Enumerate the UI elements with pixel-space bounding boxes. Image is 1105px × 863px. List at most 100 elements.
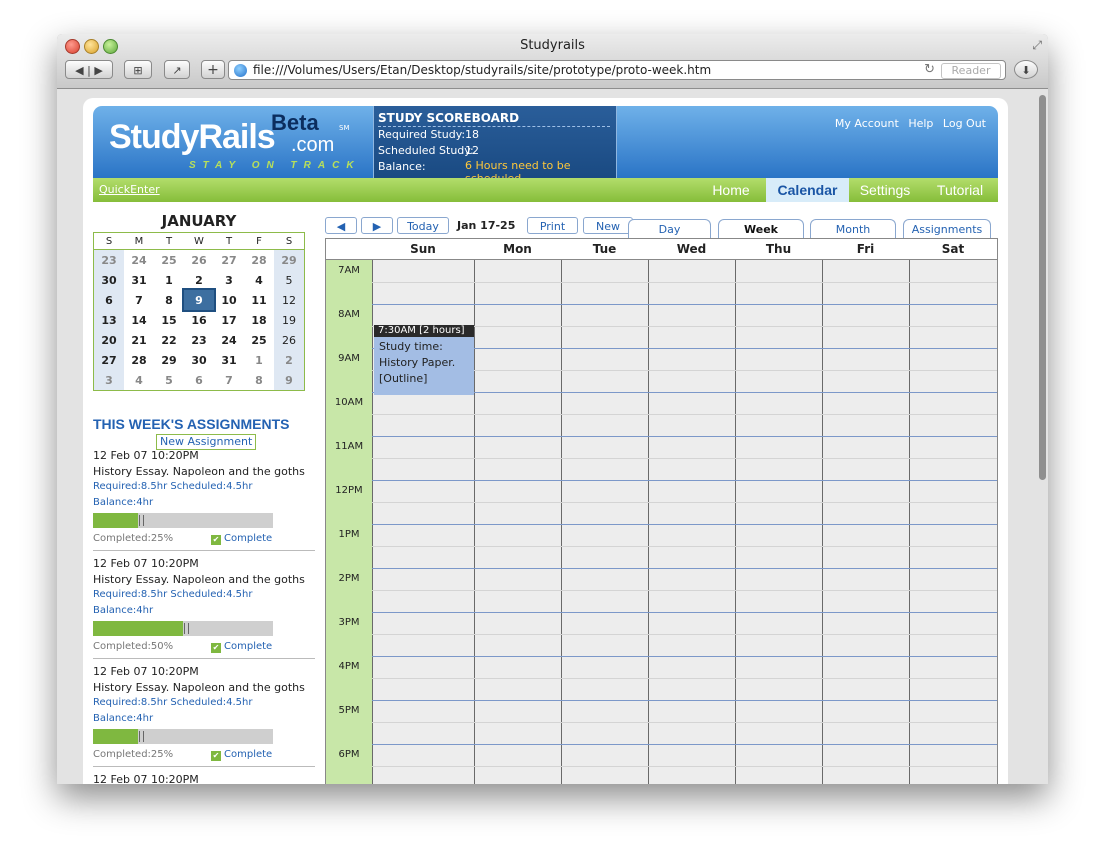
nav-tutorial[interactable]: Tutorial (929, 178, 991, 202)
mini-calendar-day[interactable]: 8 (244, 370, 274, 391)
mini-calendar-day[interactable]: 27 (214, 250, 244, 271)
fullscreen-icon[interactable]: ⤢ (1032, 38, 1042, 53)
new-event-button[interactable]: New (583, 217, 633, 234)
log-out-link[interactable]: Log Out (943, 117, 986, 130)
share-button[interactable]: ↗ (164, 60, 190, 79)
tab-assignments[interactable]: Assignments (903, 219, 991, 239)
complete-button[interactable]: ✔ Complete (211, 533, 272, 545)
mini-calendar-day[interactable]: 20 (93, 330, 124, 350)
mini-calendar-day[interactable]: 2 (184, 270, 214, 290)
mini-calendar-day[interactable]: 4 (124, 370, 154, 391)
mini-calendar-day[interactable]: 29 (154, 350, 184, 370)
assignment-title[interactable]: History Essay. Napoleon and the goths (93, 573, 305, 586)
mini-calendar-day[interactable]: 28 (244, 250, 274, 271)
mini-calendar-day[interactable]: 26 (274, 330, 305, 350)
add-bookmark-button[interactable]: + (201, 60, 225, 79)
mini-calendar-day[interactable]: 1 (244, 350, 274, 370)
studyrails-logo[interactable]: StudyRails .com Beta SM STAY ON TRACK (93, 106, 373, 178)
mini-calendar-day[interactable]: 10 (214, 290, 244, 310)
help-link[interactable]: Help (908, 117, 933, 130)
mini-calendar-day[interactable]: 7 (214, 370, 244, 391)
day-column-mon[interactable] (474, 260, 562, 784)
mini-calendar-day[interactable]: 3 (93, 370, 124, 391)
day-column-wed[interactable] (648, 260, 736, 784)
complete-button[interactable]: ✔ Complete (211, 641, 272, 653)
my-account-link[interactable]: My Account (835, 117, 899, 130)
mini-calendar-day[interactable]: 11 (244, 290, 274, 310)
mini-calendar-day[interactable]: 9 (274, 370, 305, 391)
mini-calendar-day[interactable]: 13 (93, 310, 124, 330)
mini-calendar-day[interactable]: 25 (154, 250, 184, 271)
mini-calendar-day[interactable]: 6 (184, 370, 214, 391)
mini-calendar-day[interactable]: 8 (154, 290, 184, 310)
back-forward-buttons[interactable]: ◀ | ▶ (65, 60, 113, 79)
day-column-fri[interactable] (822, 260, 910, 784)
assignment-title[interactable]: History Essay. Napoleon and the goths (93, 465, 305, 478)
day-column-thu[interactable] (735, 260, 823, 784)
complete-button[interactable]: ✔ Complete (211, 749, 272, 761)
url-text[interactable]: file:///Volumes/Users/Etan/Desktop/study… (253, 63, 711, 77)
mini-calendar-day[interactable]: 2 (274, 350, 305, 370)
vertical-scrollbar[interactable] (1039, 95, 1046, 480)
progress-bar[interactable] (93, 621, 273, 636)
mini-calendar-day[interactable]: 23 (93, 249, 124, 270)
assignment-title[interactable]: History Essay. Napoleon and the goths (93, 681, 305, 694)
today-button[interactable]: Today (397, 217, 449, 234)
mini-calendar-today[interactable]: 9 (182, 288, 216, 312)
mini-calendar-day[interactable]: 5 (154, 370, 184, 391)
mini-calendar-day[interactable]: 14 (124, 310, 154, 330)
nav-calendar[interactable]: Calendar (766, 178, 849, 202)
mini-calendar-day[interactable]: 25 (244, 330, 274, 350)
mini-calendar-day[interactable]: 5 (274, 270, 305, 290)
tab-day[interactable]: Day (628, 219, 711, 239)
mini-calendar-day[interactable]: 30 (93, 270, 124, 290)
mini-calendar-day[interactable]: 3 (214, 270, 244, 290)
nav-settings[interactable]: Settings (853, 178, 917, 202)
nav-home[interactable]: Home (707, 178, 755, 202)
mini-calendar-day[interactable]: 22 (154, 330, 184, 350)
calendar-event[interactable]: 7:30AM [2 hours] Study time: History Paper… (374, 325, 474, 395)
mini-calendar-day[interactable]: 12 (274, 290, 305, 310)
progress-handle[interactable] (139, 515, 144, 526)
mini-calendar-day[interactable]: 16 (184, 310, 214, 330)
mini-calendar-day[interactable]: 31 (124, 270, 154, 290)
mini-calendar-day[interactable]: 28 (124, 350, 154, 370)
mini-calendar-day[interactable]: 15 (154, 310, 184, 330)
mini-calendar-day[interactable]: 6 (93, 290, 124, 310)
next-week-button[interactable]: ▶ (361, 217, 393, 234)
mini-calendar-day[interactable]: 24 (214, 330, 244, 350)
downloads-button[interactable]: ⬇ (1014, 60, 1038, 79)
quickenter-link[interactable]: QuickEnter (99, 183, 160, 196)
day-column-tue[interactable] (561, 260, 649, 784)
mini-calendar-day[interactable]: 31 (214, 350, 244, 370)
mini-calendar-day[interactable]: 7 (124, 290, 154, 310)
mini-calendar-day[interactable]: 1 (154, 270, 184, 290)
address-bar[interactable]: file:///Volumes/Users/Etan/Desktop/study… (228, 60, 1006, 80)
mini-calendar-day[interactable]: 29 (274, 249, 305, 270)
mini-calendar-day[interactable]: 19 (274, 310, 305, 330)
prev-week-button[interactable]: ◀ (325, 217, 357, 234)
bookmarks-button[interactable]: ⊞ (124, 60, 152, 79)
mini-calendar-day[interactable]: 18 (244, 310, 274, 330)
mini-calendar-day[interactable]: 4 (244, 270, 274, 290)
progress-handle[interactable] (184, 623, 189, 634)
mini-calendar-day[interactable]: 17 (214, 310, 244, 330)
mini-calendar-day[interactable]: 30 (184, 350, 214, 370)
progress-handle[interactable] (139, 731, 144, 742)
print-button[interactable]: Print (527, 217, 578, 234)
day-column-sat[interactable] (909, 260, 997, 784)
mini-calendar-day[interactable]: 26 (184, 250, 214, 271)
forward-icon[interactable]: ▶ (94, 64, 102, 77)
tab-month[interactable]: Month (810, 219, 896, 239)
progress-bar[interactable] (93, 513, 273, 528)
reader-button[interactable]: Reader (941, 63, 1001, 79)
mini-calendar-day[interactable]: 24 (124, 250, 154, 271)
tab-week[interactable]: Week (718, 219, 804, 240)
assignment-hours: Required:8.5hr Scheduled:4.5hr (93, 481, 253, 492)
mini-calendar-day[interactable]: 23 (184, 330, 214, 350)
mini-calendar-day[interactable]: 21 (124, 330, 154, 350)
reload-icon[interactable]: ↻ (924, 62, 935, 77)
back-icon[interactable]: ◀ (75, 64, 83, 77)
mini-calendar-day[interactable]: 27 (93, 350, 124, 370)
progress-bar[interactable] (93, 729, 273, 744)
